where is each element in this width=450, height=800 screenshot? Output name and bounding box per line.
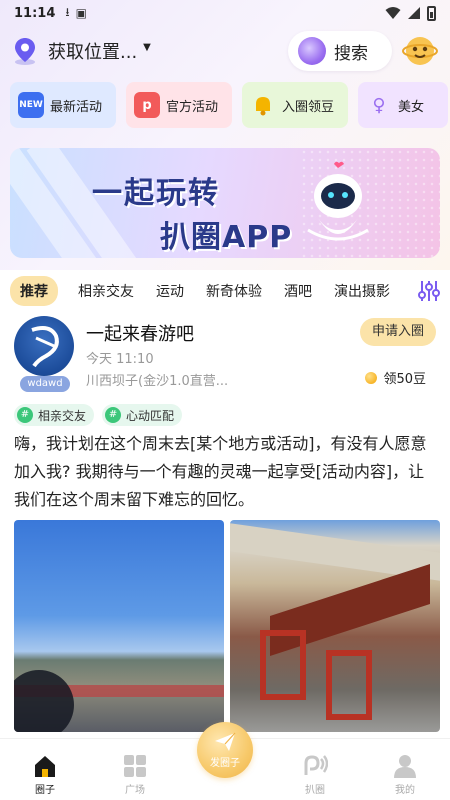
category-label: 最新活动	[50, 99, 103, 115]
avatar[interactable]	[14, 316, 74, 376]
bean-coin-icon	[365, 371, 378, 384]
beans-reward: 领50豆	[365, 368, 426, 387]
tab-recommended[interactable]: 推荐	[10, 276, 58, 306]
wifi-icon	[385, 7, 401, 19]
filter-icon[interactable]	[418, 278, 440, 304]
category-row: NEW 最新活动 p 官方活动 入圈领豆 ♀ 美女	[10, 82, 450, 128]
tab-novelty[interactable]: 新奇体验	[206, 281, 262, 301]
post-title[interactable]: 一起来春游吧	[86, 320, 194, 346]
photo-detail	[326, 650, 372, 720]
grid-icon	[124, 755, 146, 777]
category-label: 官方活动	[166, 99, 219, 115]
notification-icon: ▣	[75, 6, 87, 20]
top-header: 获取位置... ▼ 搜索	[0, 28, 450, 74]
status-bar: 11:14 ⭳ ▣	[0, 0, 450, 26]
location-text[interactable]: 获取位置...	[48, 38, 137, 64]
publish-button[interactable]: 发圈子	[197, 722, 253, 778]
nav-label: 圈子	[35, 785, 55, 796]
search-label: 搜索	[334, 43, 368, 64]
hash-icon: #	[17, 407, 33, 423]
feed-tabs: 推荐 相亲交友 运动 新奇体验 酒吧 演出摄影	[0, 276, 450, 306]
nav-label: 我的	[395, 785, 415, 796]
mascot-icon[interactable]	[402, 33, 438, 69]
category-beans[interactable]: 入圈领豆	[242, 82, 348, 128]
avatar-logo-icon	[31, 326, 59, 368]
promo-banner[interactable]: 一起玩转 扒圈APP	[10, 148, 440, 258]
paper-plane-icon	[215, 732, 236, 751]
nav-bagua[interactable]: 扒圈	[270, 739, 360, 800]
post-card-header: wdawd 一起来春游吧 今天 11:10 川西坝子(金沙1.0直营... 申请…	[14, 316, 436, 396]
bell-icon	[250, 92, 276, 118]
nav-square[interactable]: 广场	[90, 739, 180, 800]
hash-icon: #	[105, 407, 122, 423]
download-icon: ⭳	[65, 4, 70, 19]
nav-label: 广场	[125, 785, 145, 796]
beans-label: 领50豆	[383, 372, 426, 387]
post-photo-street[interactable]	[230, 520, 440, 732]
tag-label: 相亲交友	[38, 408, 87, 423]
profile-icon	[394, 755, 416, 778]
post-tags: # 相亲交友 # 心动匹配	[14, 404, 183, 426]
nav-label: 扒圈	[305, 785, 325, 796]
post-photo-beach[interactable]	[14, 520, 224, 732]
tab-sports[interactable]: 运动	[156, 281, 184, 301]
home-icon	[35, 756, 55, 777]
tag-label: 心动匹配	[126, 408, 175, 423]
battery-icon	[427, 5, 436, 21]
post-location: 川西坝子(金沙1.0直营...	[86, 374, 229, 389]
robot-mascot-icon	[307, 161, 369, 241]
status-time: 11:14	[14, 5, 56, 21]
woman-icon: ♀	[372, 94, 386, 116]
search-button[interactable]: 搜索	[288, 31, 392, 71]
megaphone-icon: p	[134, 92, 160, 118]
avatar-username-tag: wdawd	[20, 376, 70, 392]
search-orb-icon	[298, 37, 326, 65]
publish-label: 发圈子	[210, 757, 240, 769]
new-icon: NEW	[18, 92, 44, 118]
banner-title-line1: 一起玩转	[92, 176, 220, 211]
join-circle-button[interactable]: 申请入圈	[360, 318, 436, 346]
tag-chip[interactable]: # 心动匹配	[102, 404, 183, 426]
post-time: 今天 11:10	[86, 352, 154, 367]
nav-profile[interactable]: 我的	[360, 739, 450, 800]
nav-circle[interactable]: 圈子	[0, 739, 90, 800]
banner-title-line2: 扒圈APP	[160, 220, 293, 255]
broadcast-icon	[304, 755, 328, 775]
category-label: 入圈领豆	[282, 99, 335, 115]
post-photos	[14, 520, 440, 732]
photo-detail	[260, 630, 306, 700]
tab-bar[interactable]: 酒吧	[284, 281, 312, 301]
tab-performance[interactable]: 演出摄影	[334, 281, 390, 301]
category-official[interactable]: p 官方活动	[126, 82, 232, 128]
caret-down-icon[interactable]: ▼	[143, 42, 151, 53]
category-beauty[interactable]: ♀ 美女	[358, 82, 448, 128]
category-latest[interactable]: NEW 最新活动	[10, 82, 116, 128]
post-body-text: 嗨，我计划在这个周末去[某个地方或活动]，有没有人愿意加入我? 我期待与一个有趣…	[14, 434, 427, 509]
category-label: 美女	[398, 99, 425, 115]
tab-dating[interactable]: 相亲交友	[78, 281, 134, 301]
location-pin-icon[interactable]	[12, 36, 38, 66]
signal-icon	[408, 7, 420, 19]
photo-detail	[14, 670, 74, 732]
tag-chip[interactable]: # 相亲交友	[14, 404, 95, 426]
